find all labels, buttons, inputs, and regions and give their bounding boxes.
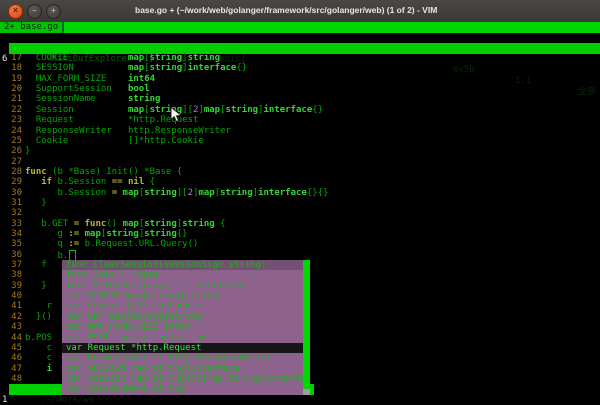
popup-scrollbar[interactable] — [303, 260, 310, 395]
line-number: 44 — [0, 333, 22, 344]
completion-item[interactable]: var GET map[string]string — [62, 312, 303, 323]
code-line[interactable]: 26} — [0, 146, 600, 157]
line-number: 34 — [0, 229, 22, 240]
code-line[interactable]: 30 b.Session = map[string][2]map[string]… — [0, 188, 600, 199]
line-number: 42 — [0, 312, 22, 323]
line-number: 45 — [0, 343, 22, 354]
window-title: base.go + (~/work/web/golanger/framework… — [135, 5, 437, 15]
popup-scrollbar-thumb[interactable] — [303, 260, 310, 389]
completion-item[interactable]: var POST map[string]string — [62, 333, 303, 344]
line-number: 33 — [0, 219, 22, 230]
completion-item[interactable]: var SESSION map[string]interface — [62, 364, 303, 375]
code-line[interactable]: 19 MAX_FORM_SIZE int64 — [0, 74, 600, 85]
line-number: 25 — [0, 136, 22, 147]
line-number: 17 — [0, 53, 22, 64]
code-line[interactable]: 29 if b.Session == nil { — [0, 177, 600, 188]
completion-item[interactable]: func Init() *Base — [62, 270, 303, 281]
line-number: 38 — [0, 270, 22, 281]
line-number: 29 — [0, 177, 22, 188]
line-number: 23 — [0, 115, 22, 126]
code-line[interactable]: 32 — [0, 208, 600, 219]
code-line[interactable]: 22 Session map[string][2]map[string]inte… — [0, 105, 600, 116]
code-line[interactable]: 36 b. — [0, 250, 600, 261]
completion-item[interactable]: var Cookie []*http.Cookie — [62, 301, 303, 312]
maximize-icon[interactable]: + — [46, 4, 61, 19]
titlebar: ✕ − + base.go + (~/work/web/golanger/fra… — [0, 0, 600, 23]
tab-base-go[interactable]: 2+ base.go — [0, 22, 64, 33]
code-line[interactable]: 18 SESSION map[string]interface{} — [0, 63, 600, 74]
line-number: 27 — [0, 157, 22, 168]
line-number: 47 — [0, 364, 22, 375]
code-line[interactable]: 31 } — [0, 198, 600, 209]
code-line[interactable]: 27 — [0, 157, 600, 168]
line-number: 36 — [0, 250, 22, 261]
line-number: 18 — [0, 63, 22, 74]
line-number: 46 — [0, 353, 22, 364]
line-number: 48 — [0, 374, 22, 385]
line-number: 37 — [0, 260, 22, 271]
code-line[interactable]: 23 Request *http.Request — [0, 115, 600, 126]
completion-item[interactable]: func SetCookie(args ...interface) — [62, 281, 303, 292]
minimize-icon[interactable]: − — [27, 4, 42, 19]
line-number: 26 — [0, 146, 22, 157]
mouse-pointer-icon — [170, 106, 182, 123]
command-line: -- 全能补全 (^O^N^P) 匹配 9 / 14 — [0, 395, 600, 405]
line-number: 43 — [0, 322, 22, 333]
line-number: 39 — [0, 281, 22, 292]
line-number: 31 — [0, 198, 22, 209]
line-number: 24 — [0, 126, 22, 137]
completion-item[interactable]: var MAX_FORM_SIZE int64 — [62, 322, 303, 333]
line-number: 28 — [0, 167, 22, 178]
line-number: 30 — [0, 188, 22, 199]
completion-item[interactable]: var Session map[string][2]map[string]int… — [62, 374, 303, 385]
line-number: 19 — [0, 74, 22, 85]
line-number: 21 — [0, 94, 22, 105]
line-number: 20 — [0, 84, 22, 95]
minibufexplorer-line: [1:base.go]*[2:page.go] — [0, 32, 600, 43]
line-number: 32 — [0, 208, 22, 219]
completion-item[interactable]: var COOKIE map[string]string — [62, 291, 303, 302]
vim-window: ✕ − + base.go + (~/work/web/golanger/fra… — [0, 0, 600, 405]
code-line[interactable]: 21 SessionName string — [0, 94, 600, 105]
code-line[interactable]: 24 ResponseWriter http.ResponseWriter — [0, 126, 600, 137]
completion-item[interactable]: var SessionName string — [62, 384, 303, 395]
line-number: 41 — [0, 301, 22, 312]
line-number: 22 — [0, 105, 22, 116]
code-line[interactable]: 34 g := map[string]string{} — [0, 229, 600, 240]
vim-tabline: 2+ base.go — [0, 22, 600, 33]
completion-item-selected[interactable]: var Request *http.Request — [62, 343, 303, 354]
line-number: 40 — [0, 291, 22, 302]
code-line[interactable]: 25 Cookie []*http.Cookie — [0, 136, 600, 147]
code-line[interactable]: 35 q := b.Request.URL.Query() — [0, 239, 600, 250]
line-number: 35 — [0, 239, 22, 250]
completion-item[interactable]: func ClearSession(sessionSign string) — [62, 260, 303, 271]
completion-item[interactable]: var ResponseWriter http.ResponseWriter — [62, 353, 303, 364]
text-cursor — [69, 250, 76, 261]
close-icon[interactable]: ✕ — [8, 4, 23, 19]
